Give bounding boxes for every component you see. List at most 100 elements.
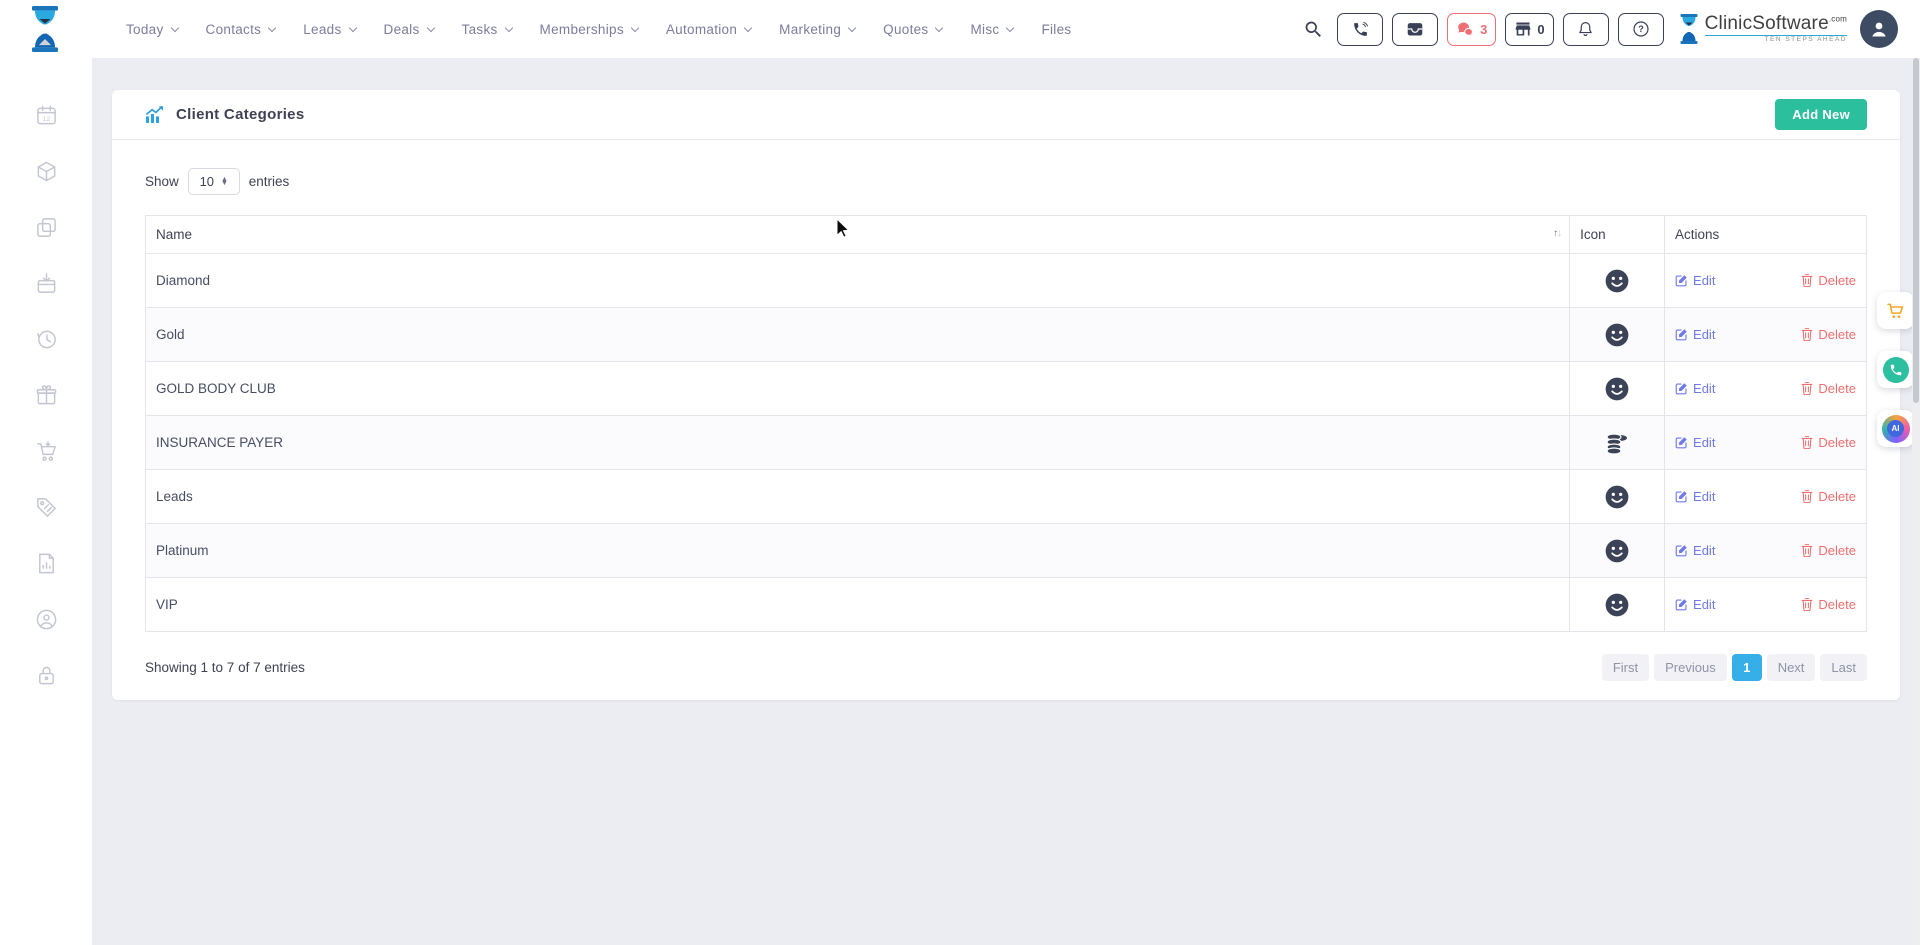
edit-button[interactable]: Edit: [1675, 597, 1715, 612]
table-row: INSURANCE PAYER: [146, 416, 1867, 470]
chevron-down-icon: [426, 23, 434, 31]
delete-button[interactable]: Delete: [1801, 489, 1856, 504]
main-nav: Today Contacts Leads Deals Tasks: [126, 0, 1071, 58]
sidebar-item-shop[interactable]: [35, 440, 58, 463]
chat-button[interactable]: 3: [1447, 13, 1496, 46]
sidebar-item-support[interactable]: [35, 608, 58, 631]
sidebar-item-vouchers[interactable]: [35, 496, 58, 519]
edit-button[interactable]: Edit: [1675, 435, 1715, 450]
pagination: First Previous 1 Next Last: [1602, 654, 1867, 681]
pagination-page-1[interactable]: 1: [1732, 654, 1762, 681]
basket-in-icon: [35, 272, 58, 295]
nav-item-contacts[interactable]: Contacts: [206, 22, 276, 37]
floating-ai-button[interactable]: AI: [1877, 410, 1914, 447]
sidebar-item-calendar[interactable]: 12: [35, 104, 58, 127]
sidebar-item-orders[interactable]: [35, 272, 58, 295]
table-length-bar: Show 10 ▲▼ entries: [112, 140, 1900, 215]
edit-button[interactable]: Edit: [1675, 381, 1715, 396]
nav-item-quotes[interactable]: Quotes: [883, 22, 942, 37]
sidebar-item-duplicates[interactable]: [35, 216, 58, 239]
show-label: Show: [145, 174, 179, 189]
trash-icon: [1801, 382, 1813, 395]
vertical-scrollbar[interactable]: [1912, 58, 1920, 945]
category-icon-cell: [1570, 308, 1665, 362]
trash-icon: [1801, 436, 1813, 449]
edit-button[interactable]: Edit: [1675, 543, 1715, 558]
delete-button[interactable]: Delete: [1801, 543, 1856, 558]
delete-button[interactable]: Delete: [1801, 273, 1856, 288]
entries-label: entries: [249, 174, 290, 189]
cart-icon: [1885, 300, 1906, 321]
delete-button[interactable]: Delete: [1801, 381, 1856, 396]
nav-item-tasks[interactable]: Tasks: [462, 22, 512, 37]
sidebar-item-security[interactable]: [35, 664, 58, 687]
edit-button[interactable]: Edit: [1675, 273, 1715, 288]
help-button[interactable]: ?: [1618, 13, 1664, 46]
floating-cart-button[interactable]: [1877, 292, 1914, 329]
delete-button[interactable]: Delete: [1801, 327, 1856, 342]
edit-button[interactable]: Edit: [1675, 327, 1715, 342]
category-icon-cell: [1570, 524, 1665, 578]
category-name-cell: Gold: [146, 308, 1570, 362]
till-button[interactable]: 0: [1505, 13, 1553, 46]
category-name-cell: Platinum: [146, 524, 1570, 578]
search-icon[interactable]: [1303, 19, 1324, 40]
sidebar-item-history[interactable]: [35, 328, 58, 351]
pagination-last[interactable]: Last: [1820, 654, 1867, 681]
brand-logo[interactable]: ClinicSoftware.com TEN STEPS AHEAD: [1679, 13, 1847, 45]
pagination-previous[interactable]: Previous: [1654, 654, 1727, 681]
floating-phone-button[interactable]: [1877, 351, 1914, 388]
smiley-icon: [1604, 538, 1630, 564]
pagination-next[interactable]: Next: [1767, 654, 1816, 681]
nav-item-deals[interactable]: Deals: [384, 22, 434, 37]
sidebar-item-products[interactable]: [35, 160, 58, 183]
ai-assistant-icon: AI: [1882, 415, 1910, 443]
app-logo[interactable]: [22, 6, 68, 52]
hourglass-logo-icon: [28, 6, 62, 52]
top-bar: Today Contacts Leads Deals Tasks: [0, 0, 1920, 58]
chevron-down-icon: [504, 23, 512, 31]
delete-button[interactable]: Delete: [1801, 435, 1856, 450]
table-row: Diamond: [146, 254, 1867, 308]
notifications-button[interactable]: [1563, 13, 1609, 46]
sidebar-item-reports[interactable]: [35, 552, 58, 575]
phone-button[interactable]: [1337, 13, 1383, 46]
inbox-icon: [1406, 21, 1424, 37]
chevron-down-icon: [935, 23, 943, 31]
pagination-first[interactable]: First: [1602, 654, 1649, 681]
edit-button[interactable]: Edit: [1675, 489, 1715, 504]
category-actions-cell: Edit Delete: [1665, 578, 1867, 632]
inbox-button[interactable]: [1392, 13, 1438, 46]
delete-button[interactable]: Delete: [1801, 597, 1856, 612]
chevron-down-icon: [744, 23, 752, 31]
select-stepper-icon: ▲▼: [221, 178, 228, 186]
edit-icon: [1675, 328, 1688, 341]
table-footer: Showing 1 to 7 of 7 entries First Previo…: [112, 632, 1900, 681]
user-avatar[interactable]: [1860, 10, 1898, 48]
category-name-cell: Leads: [146, 470, 1570, 524]
whatsapp-phone-icon: [1883, 357, 1909, 383]
category-icon-cell: [1570, 254, 1665, 308]
nav-item-automation[interactable]: Automation: [666, 22, 751, 37]
category-actions-cell: Edit Delete: [1665, 416, 1867, 470]
page-size-select[interactable]: 10 ▲▼: [188, 168, 240, 195]
column-header-name[interactable]: Name ↑↓: [146, 216, 1570, 254]
add-new-button[interactable]: Add New: [1775, 99, 1867, 130]
nav-item-today[interactable]: Today: [126, 22, 178, 37]
category-name-cell: GOLD BODY CLUB: [146, 362, 1570, 416]
topbar-actions: 3 0 ?: [1303, 0, 1898, 58]
svg-text:?: ?: [1638, 24, 1644, 34]
trash-icon: [1801, 598, 1813, 611]
nav-item-memberships[interactable]: Memberships: [540, 22, 638, 37]
chat-count-badge: 3: [1480, 22, 1487, 37]
sidebar-item-gifts[interactable]: [35, 384, 58, 407]
sort-icon[interactable]: ↑↓: [1553, 228, 1561, 239]
category-icon-cell: [1570, 578, 1665, 632]
nav-item-files[interactable]: Files: [1041, 22, 1071, 37]
brand-tagline: TEN STEPS AHEAD: [1705, 35, 1847, 44]
scrollbar-thumb[interactable]: [1913, 58, 1919, 403]
nav-item-marketing[interactable]: Marketing: [779, 22, 855, 37]
nav-item-leads[interactable]: Leads: [303, 22, 355, 37]
nav-item-misc[interactable]: Misc: [970, 22, 1013, 37]
calendar-12-icon: 12: [35, 104, 58, 127]
